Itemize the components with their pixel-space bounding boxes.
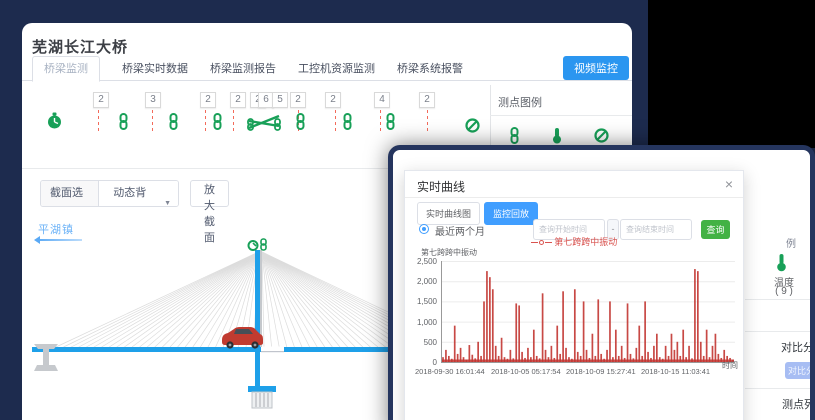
chain-icon[interactable] (261, 239, 266, 250)
sensor-count-badge: 2 (230, 92, 246, 108)
compare-section-title: 对比分析 (781, 339, 810, 355)
legend-series-name: 第七跨跨中振动 (554, 237, 617, 247)
tab-桥梁监测[interactable]: 桥梁监测 (32, 56, 100, 82)
legend-circle-icon (539, 240, 544, 245)
dialog-tab-监控回放[interactable]: 监控回放 (484, 202, 538, 225)
tab-桥梁实时数据[interactable]: 桥梁实时数据 (122, 57, 188, 81)
video-monitor-button[interactable]: 视频监控 (563, 56, 629, 80)
strip-divider (745, 388, 810, 389)
barrier-icon[interactable] (246, 112, 282, 136)
legend-panel-underline (490, 115, 632, 116)
alarm-dashed-line (427, 110, 428, 131)
vibration-chart (441, 261, 735, 363)
no-entry-icon[interactable] (465, 118, 480, 138)
close-icon[interactable]: × (725, 176, 733, 192)
dialog-tabs: 实时曲线图监控回放 (417, 202, 538, 225)
chain-icon[interactable] (384, 113, 397, 135)
sensor-count-badge: 2 (200, 92, 216, 108)
y-tick-label: 1,500 (405, 297, 437, 306)
sensor-count-badge: 2 (290, 92, 306, 108)
enlarge-section-button[interactable]: 放大截面 (190, 180, 229, 207)
tower-sensor-icon[interactable] (249, 241, 258, 250)
chain-icon[interactable] (211, 113, 224, 135)
compare-analysis-button[interactable]: 对比分析 (785, 362, 810, 379)
chain-icon[interactable] (117, 113, 130, 135)
background-black-panel (648, 0, 815, 148)
x-axis-name: 时间 (722, 360, 738, 371)
main-tabs: 桥梁监测桥梁实时数据桥梁监测报告工控机资源监测桥梁系统报警 (32, 57, 463, 81)
alarm-dashed-line (380, 110, 381, 131)
sensor-count-badge: 4 (374, 92, 390, 108)
y-tick-label: 500 (405, 338, 437, 347)
pier-block (252, 392, 272, 408)
popup-window: 例 温度 ( 9 ) 对比分析 对比分析 测点列表 实时曲线 × 实时曲线图监控… (388, 145, 815, 420)
chain-icon[interactable] (167, 113, 180, 135)
alarm-dashed-line (233, 110, 234, 131)
y-tick-label: 2,000 (405, 277, 437, 286)
temperature-count: ( 9 ) (762, 286, 806, 297)
stopwatch-icon[interactable] (47, 112, 62, 135)
page-title: 芜湖长江大桥 (32, 36, 128, 57)
alarm-dashed-line (205, 110, 206, 131)
x-tick-label: 2018-10-15 11:03:41 (641, 367, 705, 376)
alarm-dashed-line (335, 110, 336, 131)
x-tick-label: 2018-10-09 15:27:41 (566, 367, 630, 376)
sensor-count-badge: 2 (419, 92, 435, 108)
realtime-curve-dialog: 实时曲线 × 实时曲线图监控回放 最近两个月 - 查询 第七跨跨中振动 第七跨跨… (404, 170, 744, 420)
tab-工控机资源监测[interactable]: 工控机资源监测 (298, 57, 375, 81)
y-tick-label: 0 (405, 358, 437, 367)
legend-panel-title: 测点图例 (498, 94, 542, 110)
alarm-dashed-line (98, 110, 99, 131)
pier-crossbar (248, 386, 276, 392)
point-list-section-title: 测点列表 (782, 396, 810, 412)
location-label: 平湖镇 (38, 221, 74, 237)
section-select-label: 截面选择： (41, 181, 99, 206)
chevron-down-icon: ▼ (164, 191, 171, 207)
section-select-group: 截面选择： 动态背立面 ▼ (40, 180, 179, 207)
bridge-tower (255, 250, 260, 392)
chain-icon[interactable] (341, 113, 354, 135)
legend-line-icon (531, 242, 538, 243)
alarm-dashed-line (152, 110, 153, 131)
bridge-deck (32, 347, 390, 352)
screen: 芜湖长江大桥 桥梁监测桥梁实时数据桥梁监测报告工控机资源监测桥梁系统报警 视频监… (0, 0, 815, 420)
left-abutment (34, 344, 58, 371)
dialog-header: 实时曲线 × (405, 171, 743, 198)
dialog-title: 实时曲线 (417, 178, 465, 195)
sensor-count-badge: 3 (145, 92, 161, 108)
y-tick-label: 1,000 (405, 318, 437, 327)
sensor-count-badge: 2 (325, 92, 341, 108)
sensor-count-badge: 5 (272, 92, 288, 108)
strip-divider (745, 331, 810, 332)
legend-line-icon (545, 242, 552, 243)
section-select-value: 动态背立面 (113, 187, 146, 207)
popup-window-content: 例 温度 ( 9 ) 对比分析 对比分析 测点列表 实时曲线 × 实时曲线图监控… (393, 150, 810, 420)
legend-panel-icons (490, 126, 632, 146)
x-tick-label: 2018-09-30 16:01:44 (415, 367, 479, 376)
sensor-count-badge: 2 (93, 92, 109, 108)
recent-two-months-radio[interactable] (419, 224, 429, 234)
chain-icon[interactable] (294, 113, 307, 135)
strip-divider (745, 299, 810, 300)
legend-label-partial: 例 (786, 235, 796, 250)
x-tick-label: 2018-10-05 05:17:54 (491, 367, 555, 376)
dialog-tab-实时曲线图[interactable]: 实时曲线图 (417, 202, 480, 225)
y-tick-label: 2,500 (405, 257, 437, 266)
tab-桥梁监测报告[interactable]: 桥梁监测报告 (210, 57, 276, 81)
tab-桥梁系统报警[interactable]: 桥梁系统报警 (397, 57, 463, 81)
section-select-dropdown[interactable]: 动态背立面 ▼ (99, 181, 178, 206)
